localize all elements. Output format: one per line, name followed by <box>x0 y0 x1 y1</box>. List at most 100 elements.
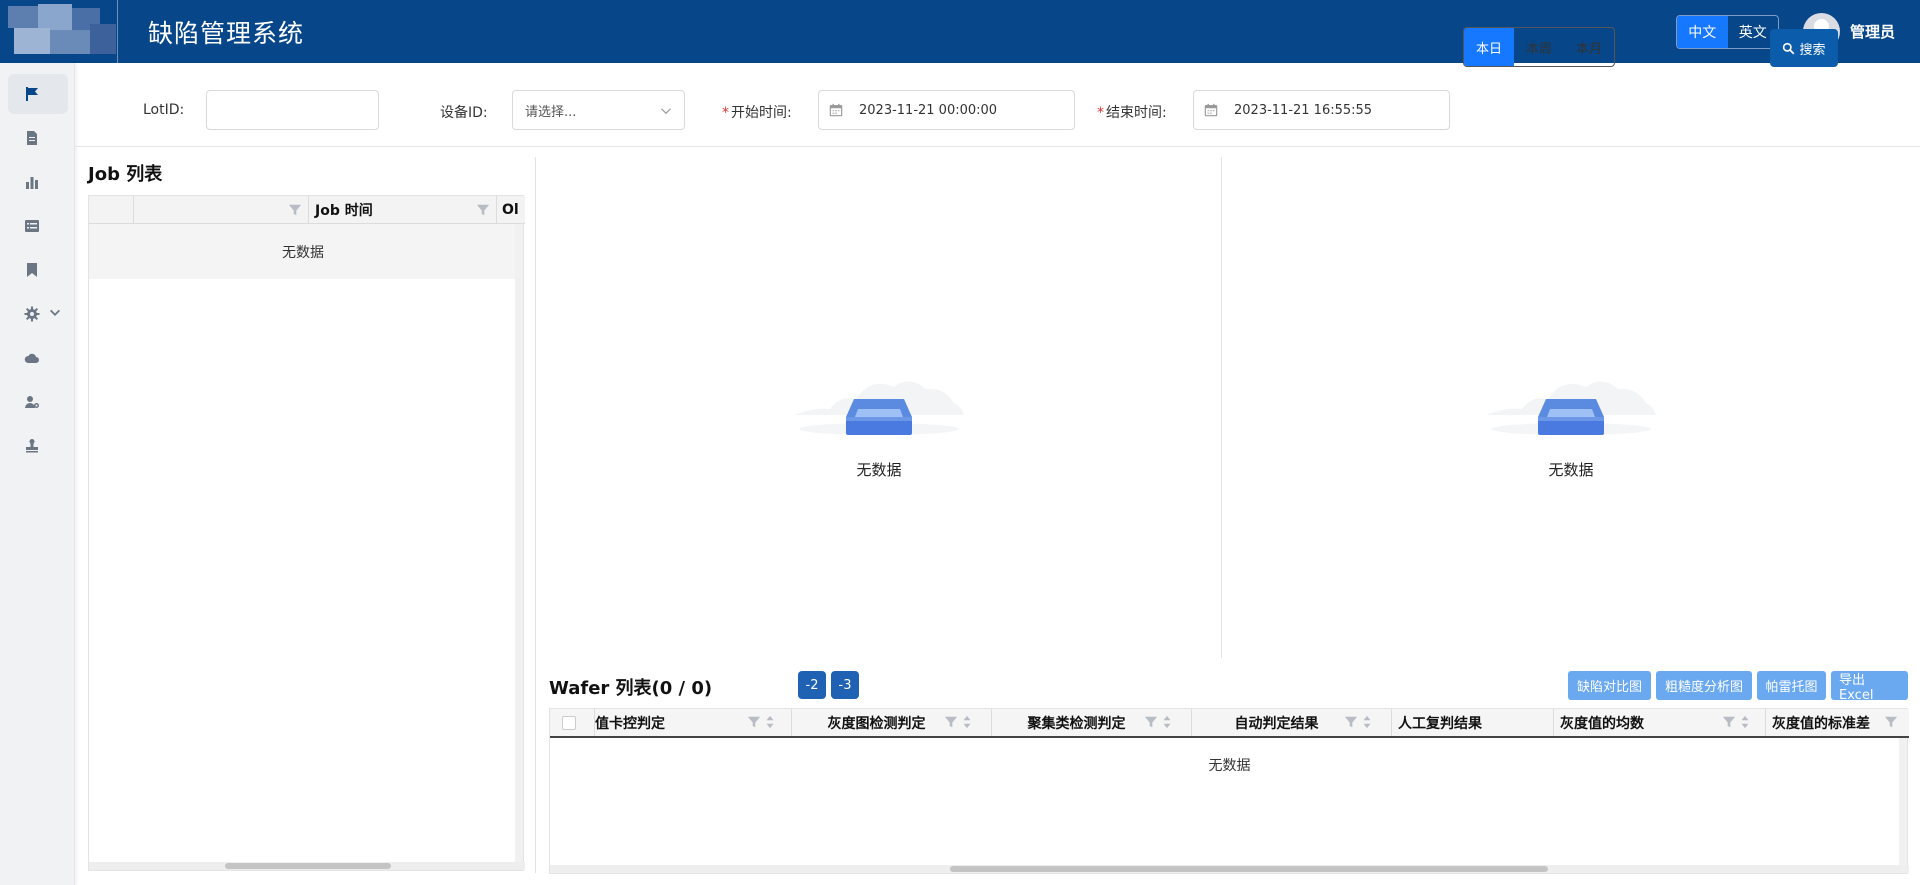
pareto-chart-button[interactable]: 帕雷托图 <box>1757 671 1826 700</box>
end-time-picker[interactable]: 2023-11-21 16:55:55 <box>1193 90 1450 130</box>
export-excel-button[interactable]: 导出 Excel <box>1831 671 1908 703</box>
nav-minus-2-button[interactable]: -2 <box>798 671 826 699</box>
select-all-checkbox[interactable] <box>562 716 576 730</box>
filter-icon[interactable] <box>1884 715 1898 729</box>
gear-icon <box>24 306 40 322</box>
document-icon <box>27 131 37 145</box>
end-time-value: 2023-11-21 16:55:55 <box>1234 102 1373 118</box>
sidebar-item-cloud[interactable] <box>8 338 68 378</box>
job-empty-text: 无数据 <box>89 224 517 279</box>
sidebar-item-defects[interactable] <box>8 74 68 114</box>
user-settings-icon <box>25 396 39 408</box>
start-time-value: 2023-11-21 00:00:00 <box>859 102 998 118</box>
sidebar-item-stamp[interactable] <box>8 426 68 466</box>
filter-icon[interactable] <box>1722 715 1736 729</box>
job-col-3[interactable]: Ol <box>497 196 525 224</box>
range-week-button[interactable]: 本周 <box>1514 28 1564 66</box>
list-icon <box>25 220 39 232</box>
filter-icon[interactable] <box>1344 715 1358 729</box>
job-horizontal-scrollbar[interactable] <box>89 862 525 870</box>
search-icon <box>1783 42 1795 54</box>
sort-icon[interactable] <box>1362 715 1372 729</box>
wafer-col-cluster[interactable]: 聚集类检测判定 <box>992 709 1192 736</box>
device-id-select[interactable]: 请选择... <box>512 90 685 130</box>
sidebar-item-settings[interactable] <box>8 294 68 334</box>
wafer-table-header: 值卡控判定 灰度图检测判定 聚集类检测判定 自动判定结果 人工复判结果 灰度值的… <box>550 709 1909 738</box>
wafer-col-gray-mean[interactable]: 灰度值的均数 <box>1554 709 1766 736</box>
panel-divider-left <box>535 157 536 873</box>
search-label: 搜索 <box>1799 42 1826 58</box>
filter-icon[interactable] <box>476 203 490 217</box>
wafer-list-title: Wafer 列表(0 / 0) <box>549 678 713 699</box>
empty-box-icon <box>1486 381 1656 435</box>
wafer-table: 值卡控判定 灰度图检测判定 聚集类检测判定 自动判定结果 人工复判结果 灰度值的… <box>549 708 1909 874</box>
start-time-label: * 开始时间: <box>722 105 792 121</box>
cloud-icon <box>24 353 39 363</box>
filter-icon[interactable] <box>288 203 302 217</box>
job-col-time[interactable]: Job 时间 <box>309 196 497 224</box>
sort-icon[interactable] <box>962 715 972 729</box>
search-button[interactable]: 搜索 <box>1770 29 1838 67</box>
left-chart-empty-text: 无数据 <box>856 461 902 479</box>
sidebar <box>0 63 75 885</box>
filter-icon[interactable] <box>944 715 958 729</box>
sort-icon[interactable] <box>1740 715 1750 729</box>
language-switch: 中文 英文 <box>1676 15 1779 49</box>
sidebar-item-documents[interactable] <box>8 118 68 158</box>
device-id-placeholder: 请选择... <box>525 104 577 120</box>
job-table: Job 时间 Ol 无数据 <box>88 195 525 871</box>
sort-icon[interactable] <box>1162 715 1172 729</box>
roughness-analysis-button[interactable]: 粗糙度分析图 <box>1656 671 1752 700</box>
time-range-group: 本日 本周 本月 <box>1463 27 1615 67</box>
defect-compare-button[interactable]: 缺陷对比图 <box>1568 671 1651 700</box>
wafer-col-grayscale[interactable]: 灰度图检测判定 <box>792 709 992 736</box>
device-id-label: 设备ID: <box>440 105 488 121</box>
sidebar-item-list[interactable] <box>8 206 68 246</box>
wafer-col-gray-std[interactable]: 灰度值的标准差 <box>1766 709 1909 736</box>
panel-divider-middle <box>1221 157 1222 658</box>
wafer-col-manual-result[interactable]: 人工复判结果 <box>1392 709 1554 736</box>
lot-id-input[interactable] <box>206 90 379 130</box>
sidebar-item-bookmarks[interactable] <box>8 250 68 290</box>
wafer-col-threshold[interactable]: 值卡控判定 <box>595 709 792 736</box>
nav-minus-3-button[interactable]: -3 <box>831 671 859 699</box>
right-chart-empty: 无数据 <box>1486 347 1656 487</box>
chevron-down-icon <box>661 108 671 115</box>
bar-chart-icon <box>26 177 38 189</box>
wafer-horizontal-scrollbar[interactable] <box>550 865 1909 873</box>
chevron-down-icon <box>50 309 60 316</box>
range-today-button[interactable]: 本日 <box>1464 28 1514 66</box>
left-chart-empty: 无数据 <box>794 347 964 487</box>
calendar-icon <box>1204 103 1218 117</box>
app-title: 缺陷管理系统 <box>148 19 305 48</box>
right-chart-empty-text: 无数据 <box>1548 461 1594 479</box>
start-time-picker[interactable]: 2023-11-21 00:00:00 <box>818 90 1075 130</box>
calendar-icon <box>829 103 843 117</box>
empty-box-icon <box>794 381 964 435</box>
lot-id-label: LotID: <box>143 102 185 118</box>
stamp-icon <box>26 439 38 453</box>
sidebar-item-charts[interactable] <box>8 162 68 202</box>
top-header: 缺陷管理系统 中文 英文 管理员 <box>0 0 1920 63</box>
filter-icon[interactable] <box>1144 715 1158 729</box>
job-list-title: Job 列表 <box>88 164 163 185</box>
filter-icon[interactable] <box>747 715 761 729</box>
sort-icon[interactable] <box>765 715 775 729</box>
end-time-label: * 结束时间: <box>1097 105 1167 121</box>
logo-divider <box>117 0 118 63</box>
job-col-1[interactable] <box>134 196 309 224</box>
range-month-button[interactable]: 本月 <box>1564 28 1614 66</box>
wafer-empty-text: 无数据 <box>1208 758 1251 774</box>
wafer-col-auto-result[interactable]: 自动判定结果 <box>1192 709 1392 736</box>
flag-icon <box>26 87 38 101</box>
filter-bar: LotID: 设备ID: 请选择... * 开始时间: 2023-11-21 00… <box>75 63 1920 147</box>
wafer-vertical-scrollbar[interactable] <box>1899 738 1907 866</box>
job-col-select[interactable] <box>89 196 134 224</box>
wafer-col-select[interactable] <box>550 709 595 736</box>
job-table-header: Job 时间 Ol <box>89 196 525 224</box>
job-vertical-scrollbar[interactable] <box>515 224 523 864</box>
username[interactable]: 管理员 <box>1850 21 1895 42</box>
company-logo <box>0 0 118 63</box>
sidebar-item-user-settings[interactable] <box>8 382 68 422</box>
lang-chinese-button[interactable]: 中文 <box>1677 16 1728 48</box>
